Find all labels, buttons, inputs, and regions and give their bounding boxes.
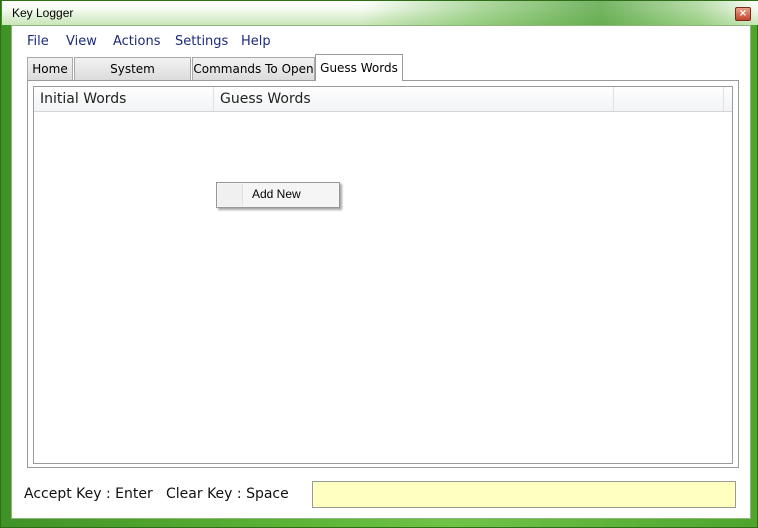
context-menu-icon-gutter xyxy=(218,184,243,206)
title-bar[interactable]: Key Logger × xyxy=(2,1,758,25)
close-icon: × xyxy=(738,8,748,19)
menu-view[interactable]: View xyxy=(66,34,97,49)
client-area: File View Actions Settings Help Home Sys… xyxy=(11,25,751,519)
tab-commands-to-open[interactable]: Commands To Open xyxy=(192,57,315,80)
context-menu: Add New xyxy=(216,182,340,208)
list-header: Initial Words Guess Words xyxy=(34,87,732,112)
tab-home[interactable]: Home xyxy=(27,57,73,80)
column-initial-words[interactable]: Initial Words xyxy=(34,87,214,111)
context-menu-add-new[interactable]: Add New xyxy=(252,187,301,201)
menu-settings[interactable]: Settings xyxy=(175,34,228,49)
accept-key-label: Accept Key : Enter xyxy=(24,486,153,502)
menu-actions[interactable]: Actions xyxy=(113,34,161,49)
column-blank[interactable] xyxy=(614,87,724,111)
window-title: Key Logger xyxy=(12,6,74,20)
guess-words-panel: Initial Words Guess Words Add New xyxy=(27,80,739,468)
clear-key-label: Clear Key : Space xyxy=(166,486,289,502)
tab-guess-words[interactable]: Guess Words xyxy=(315,54,403,81)
app-window: Key Logger × File View Actions Settings … xyxy=(0,0,758,528)
tab-system-commands[interactable]: System Commands xyxy=(74,57,191,98)
title-bar-gradient xyxy=(362,1,758,25)
menu-help[interactable]: Help xyxy=(241,34,271,49)
column-guess-words[interactable]: Guess Words xyxy=(214,87,614,111)
guess-words-list[interactable]: Initial Words Guess Words Add New xyxy=(33,86,733,464)
word-input[interactable] xyxy=(312,481,736,508)
menu-file[interactable]: File xyxy=(27,34,49,49)
close-button[interactable]: × xyxy=(735,7,751,21)
